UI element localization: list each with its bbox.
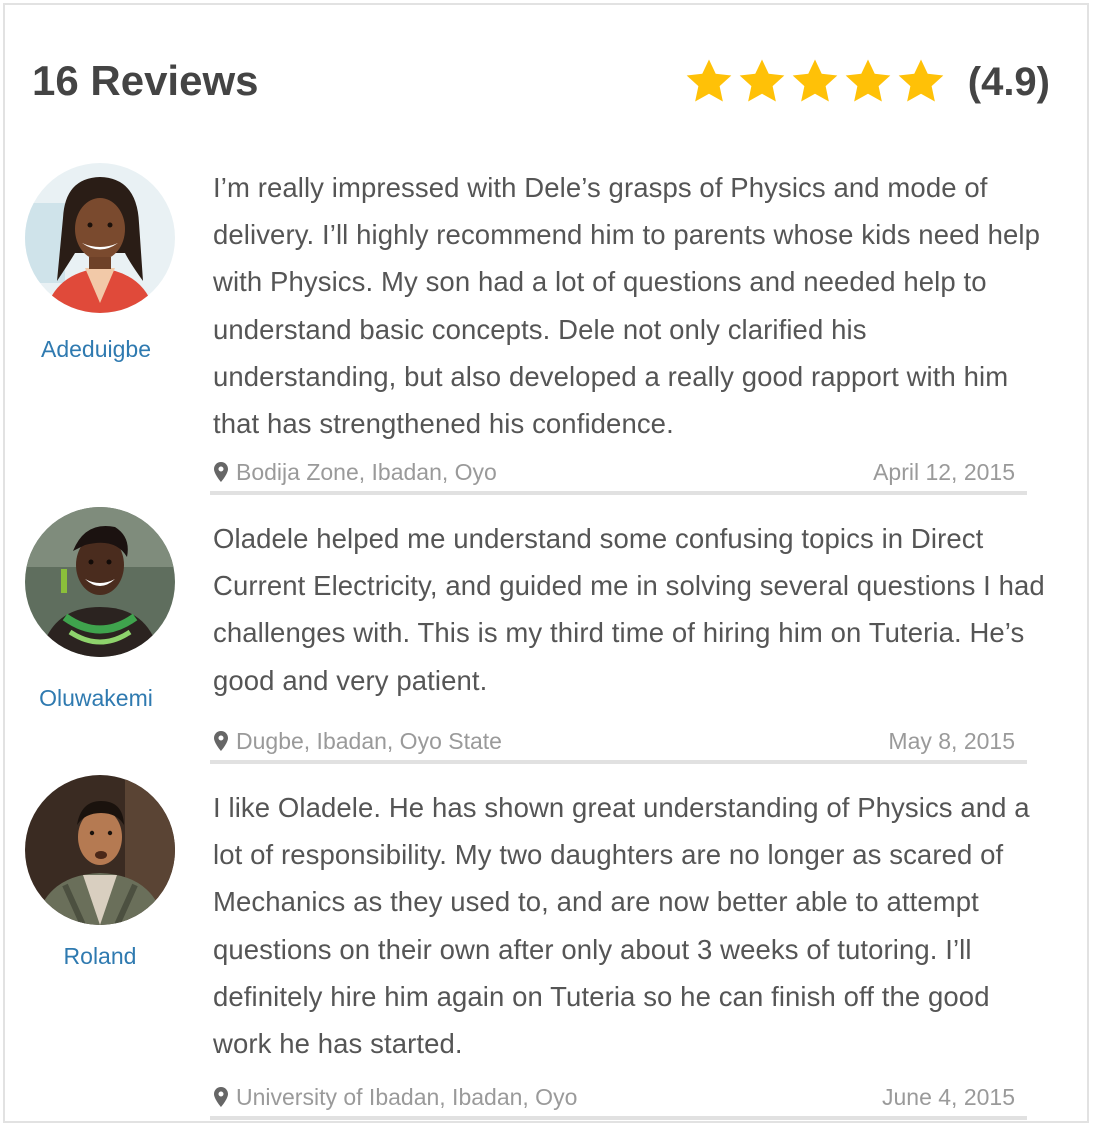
rating-value: (4.9)	[967, 60, 1050, 104]
location-pin-icon	[214, 1087, 228, 1107]
star-icon	[792, 59, 838, 102]
review-date: April 12, 2015	[873, 459, 1015, 485]
reviewer-name[interactable]: Roland	[0, 941, 200, 971]
review-text: I like Oladele. He has shown great under…	[213, 792, 1030, 1060]
review-location: Dugbe, Ibadan, Oyo State	[214, 726, 502, 756]
smiling-woman-avatar-icon	[25, 507, 175, 657]
reviewer-name[interactable]: Adeduigbe	[0, 334, 196, 364]
review-meta: Dugbe, Ibadan, Oyo State May 8, 2015	[210, 724, 1027, 764]
location-text: Dugbe, Ibadan, Oyo State	[236, 728, 502, 754]
review-date: June 4, 2015	[881, 1084, 1015, 1110]
star-icon	[845, 59, 891, 102]
reviewer-avatar[interactable]	[25, 775, 175, 925]
reviewer-name[interactable]: Oluwakemi	[0, 683, 196, 713]
review-location: University of Ibadan, Ibadan, Oyo	[214, 1082, 577, 1112]
reviewer-avatar[interactable]	[25, 507, 175, 657]
location-text: University of Ibadan, Ibadan, Oyo	[236, 1084, 578, 1110]
star-icon	[898, 59, 944, 102]
location-text: Bodija Zone, Ibadan, Oyo	[236, 459, 497, 485]
review-location: Bodija Zone, Ibadan, Oyo	[214, 457, 497, 487]
star-icon	[739, 59, 785, 102]
review-date: May 8, 2015	[888, 728, 1015, 754]
location-pin-icon	[214, 731, 228, 751]
overall-rating: (4.9)	[683, 52, 1050, 112]
star-icon	[686, 59, 732, 102]
woman-with-locs-avatar-icon	[25, 163, 175, 313]
review-text: Oladele helped me understand some confus…	[213, 523, 1045, 696]
review-meta: Bodija Zone, Ibadan, Oyo April 12, 2015	[210, 455, 1027, 495]
man-in-cardigan-avatar-icon	[25, 775, 175, 925]
review-text: I’m really impressed with Dele’s grasps …	[213, 172, 1041, 440]
location-pin-icon	[214, 462, 228, 482]
star-rating	[683, 56, 948, 108]
review-meta: University of Ibadan, Ibadan, Oyo June 4…	[210, 1080, 1027, 1120]
reviews-title: 16 Reviews	[32, 57, 259, 104]
reviewer-avatar[interactable]	[25, 163, 175, 313]
